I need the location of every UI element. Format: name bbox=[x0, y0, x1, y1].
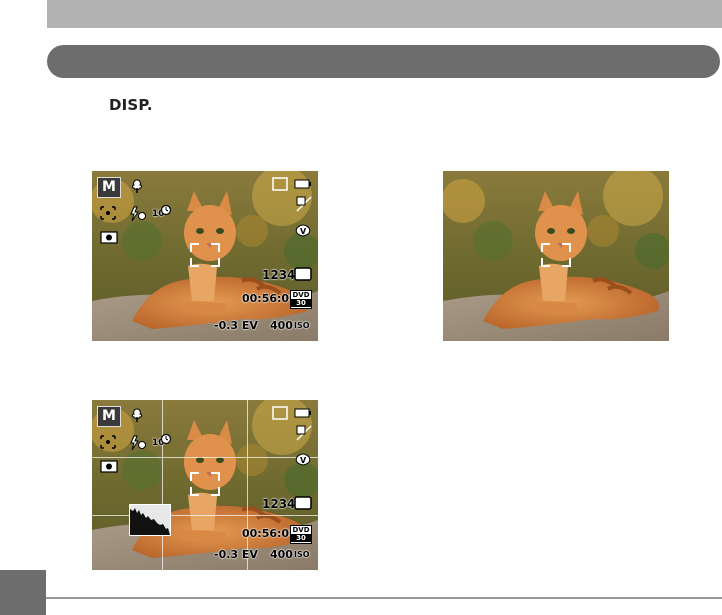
preview-no-info bbox=[443, 171, 669, 341]
exposure-value: -0.3 EV bbox=[214, 548, 258, 561]
iso-unit: ISO bbox=[294, 550, 310, 559]
metering-icon bbox=[100, 435, 116, 449]
iso-value: 400 bbox=[270, 548, 293, 561]
recording-time: 00:56:00 bbox=[242, 292, 297, 305]
self-timer-icon bbox=[160, 433, 172, 445]
svg-text:V: V bbox=[300, 456, 307, 465]
image-size-icon bbox=[294, 267, 312, 281]
disp-label: DISP. bbox=[109, 96, 153, 114]
video-badge-top: DVD bbox=[292, 526, 310, 534]
iso-value: 400 bbox=[270, 319, 293, 332]
video-quality-badge: DVD 30 bbox=[290, 290, 312, 309]
grid-line-vertical bbox=[162, 400, 163, 570]
svg-text:V: V bbox=[300, 227, 307, 236]
focus-frame bbox=[190, 472, 220, 496]
page-tab bbox=[0, 570, 46, 615]
white-balance-icon bbox=[296, 425, 312, 441]
stabilizer-icon: V bbox=[295, 453, 311, 466]
video-badge-top: DVD bbox=[292, 291, 310, 299]
recording-time: 00:56:00 bbox=[242, 527, 297, 540]
macro-flower-icon bbox=[132, 179, 142, 193]
self-timer-icon bbox=[160, 204, 172, 216]
mode-badge: M bbox=[97, 406, 121, 427]
histogram-graph bbox=[130, 508, 170, 535]
histogram bbox=[129, 504, 171, 536]
flash-redeye-icon bbox=[130, 206, 146, 222]
video-badge-bottom: 30 bbox=[291, 299, 311, 307]
grid-line-vertical bbox=[247, 400, 248, 570]
focus-frame bbox=[541, 243, 571, 267]
stabilizer-icon: V bbox=[295, 224, 311, 237]
preview-grid-histogram: M 10 V 1234 00:56:00 DVD 30 -0.3 EV 400 … bbox=[92, 400, 318, 570]
video-quality-badge: DVD 30 bbox=[290, 525, 312, 544]
white-balance-icon bbox=[296, 196, 312, 212]
shot-count: 1234 bbox=[262, 268, 296, 282]
preview-full-info: M 10 V 1234 00:56:00 DVD 30 -0.3 EV 400 … bbox=[92, 171, 318, 341]
flash-redeye-icon bbox=[130, 435, 146, 451]
focus-frame bbox=[190, 243, 220, 267]
battery-icon bbox=[294, 408, 311, 418]
grid-line-horizontal bbox=[92, 457, 318, 458]
image-size-icon bbox=[294, 496, 312, 510]
grid-line-horizontal bbox=[92, 515, 318, 516]
top-header-bar bbox=[47, 0, 722, 28]
mode-badge: M bbox=[97, 177, 121, 198]
section-heading-bar bbox=[47, 45, 720, 78]
battery-icon bbox=[294, 179, 311, 189]
video-badge-bottom: 30 bbox=[291, 534, 311, 542]
shot-count: 1234 bbox=[262, 497, 296, 511]
footer-rule bbox=[0, 597, 722, 599]
iso-unit: ISO bbox=[294, 321, 310, 330]
macro-flower-icon bbox=[132, 408, 142, 422]
face-detect-icon bbox=[100, 460, 118, 473]
face-detect-icon bbox=[100, 231, 118, 244]
memory-card-icon bbox=[272, 177, 288, 191]
exposure-value: -0.3 EV bbox=[214, 319, 258, 332]
metering-icon bbox=[100, 206, 116, 220]
memory-card-icon bbox=[272, 406, 288, 420]
